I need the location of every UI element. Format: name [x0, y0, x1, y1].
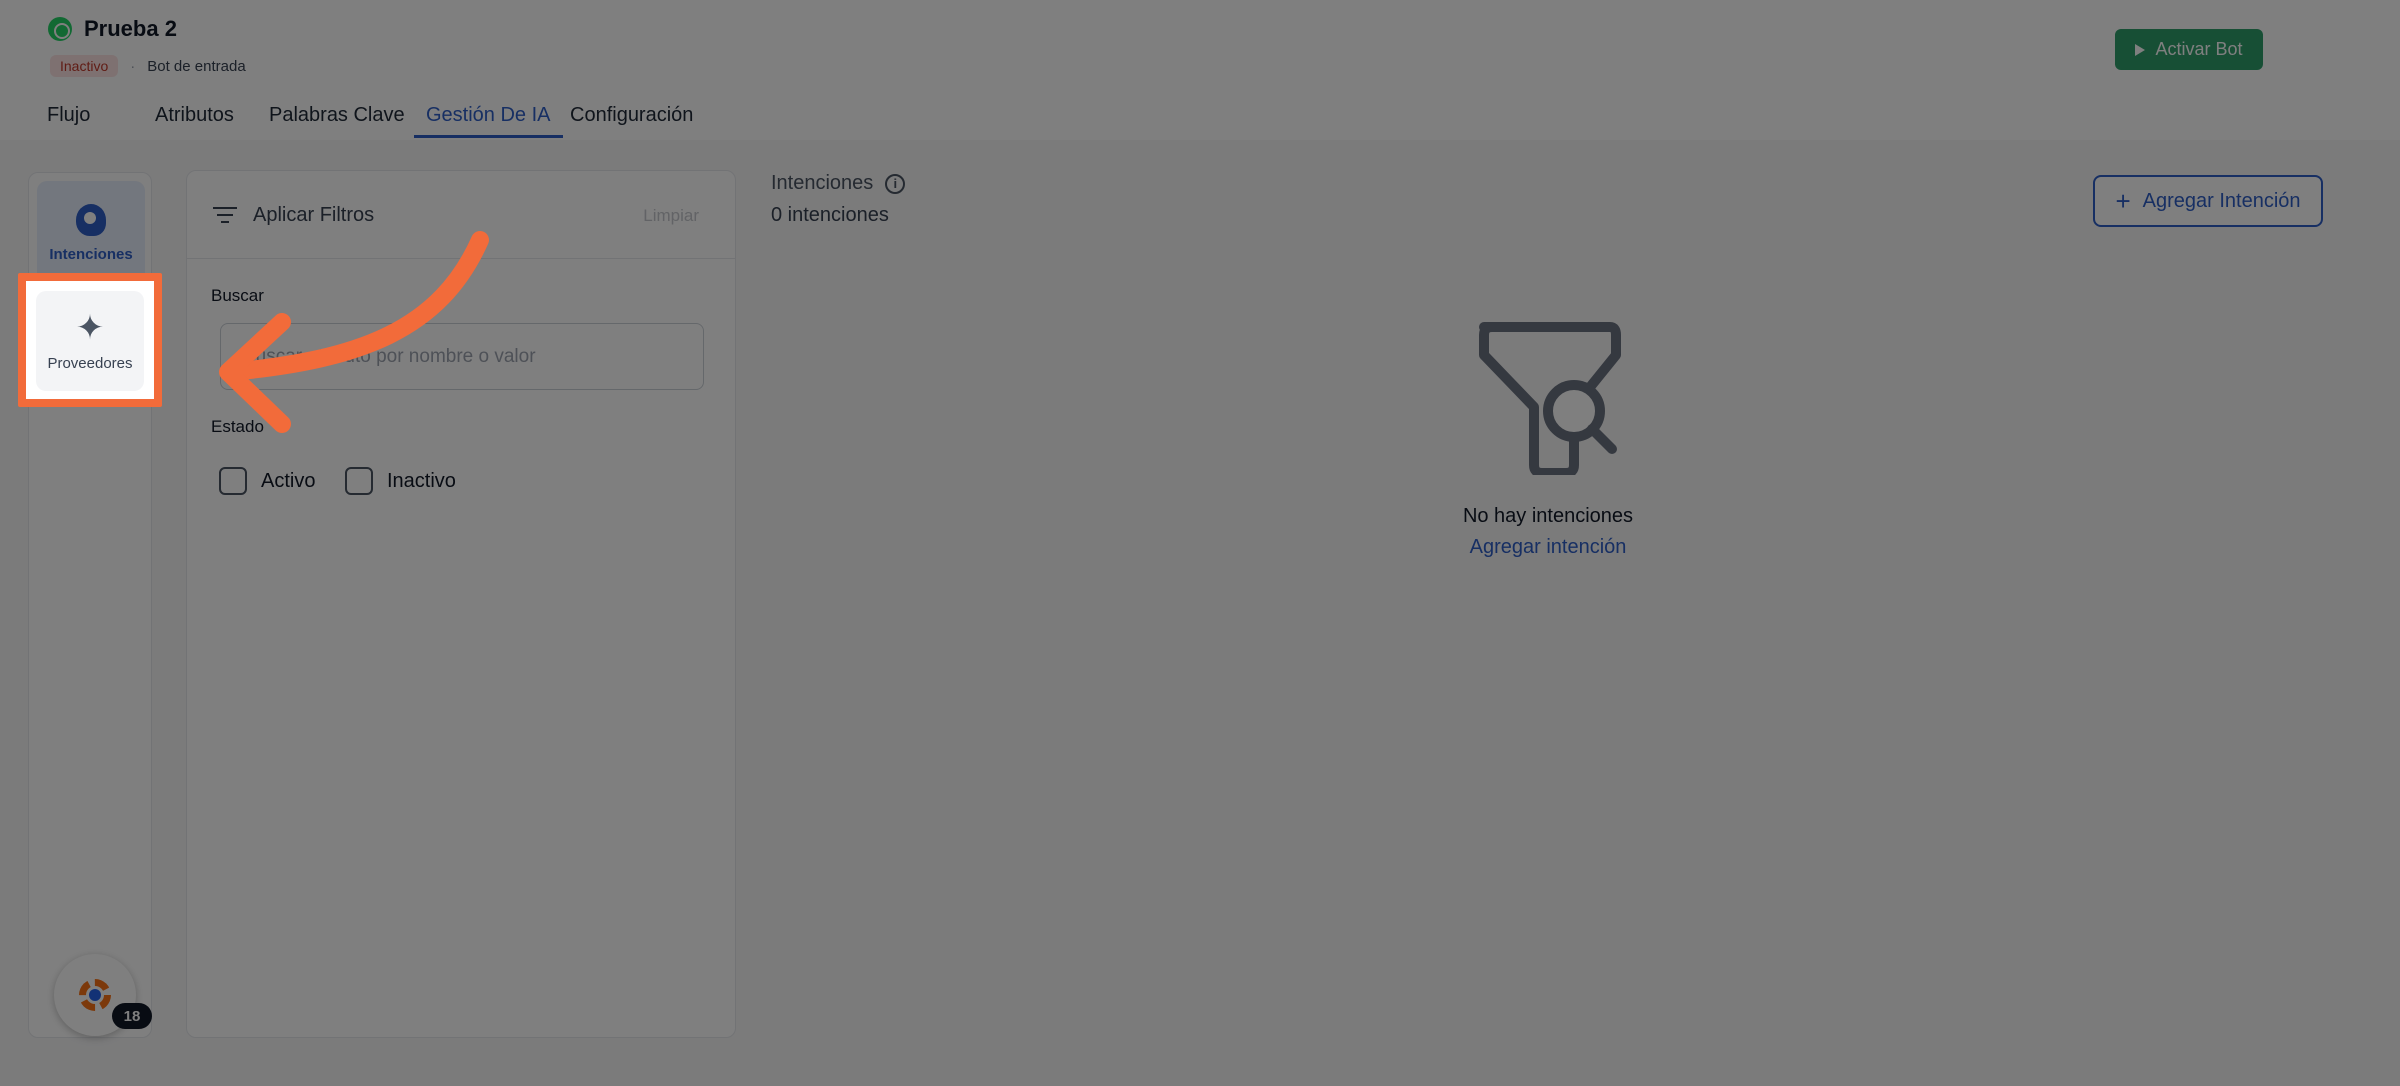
pointer-arrow	[219, 231, 489, 433]
